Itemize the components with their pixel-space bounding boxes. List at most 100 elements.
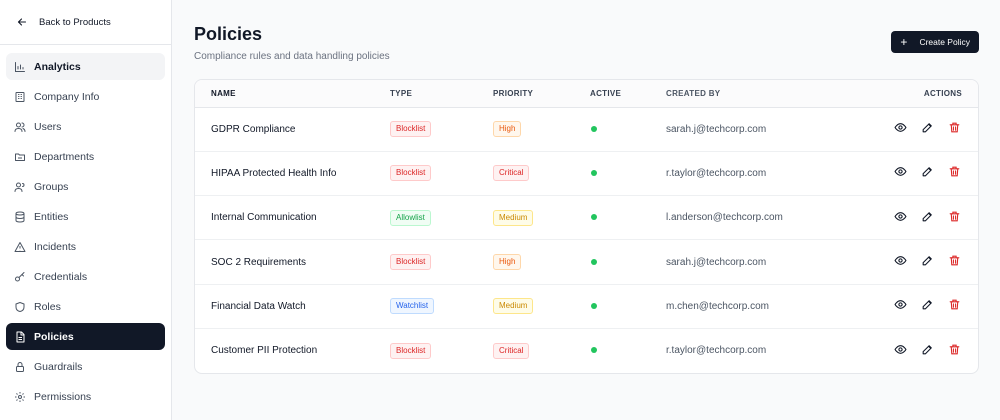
- type-badge: Blocklist: [390, 165, 432, 182]
- created-by: sarah.j@techcorp.com: [666, 107, 866, 152]
- type-badge: Watchlist: [390, 298, 435, 315]
- shield-icon: [14, 301, 26, 313]
- created-by: r.taylor@techcorp.com: [666, 151, 866, 197]
- priority-badge: Critical: [493, 342, 530, 359]
- column-header-active: ACTIVE: [590, 80, 666, 108]
- back-to-products-link[interactable]: Back to Products: [0, 0, 171, 45]
- create-policy-button[interactable]: + Create Policy: [891, 31, 979, 53]
- edit-icon[interactable]: [921, 165, 935, 179]
- policies-table-card: NAME TYPE PRIORITY ACTIVE CREATED BY ACT…: [194, 79, 979, 374]
- sidebar-item-label: Departments: [34, 150, 95, 163]
- view-icon[interactable]: [894, 165, 908, 179]
- type-badge: Allowlist: [390, 209, 431, 226]
- users-icon: [14, 121, 26, 133]
- policy-name: GDPR Compliance: [195, 107, 390, 152]
- type-cell: Blocklist: [390, 328, 493, 372]
- table-row[interactable]: HIPAA Protected Health Info Blocklist Crit…: [195, 151, 978, 197]
- actions-cell: [866, 284, 978, 329]
- page-subtitle: Compliance rules and data handling polic…: [194, 51, 390, 62]
- policies-table: NAME TYPE PRIORITY ACTIVE CREATED BY ACT…: [195, 80, 978, 373]
- sidebar-item-label: Entities: [34, 210, 69, 223]
- actions-cell: [866, 107, 978, 152]
- type-cell: Allowlist: [390, 195, 493, 241]
- sidebar-item-incidents[interactable]: Incidents: [6, 233, 165, 260]
- priority-cell: High: [493, 239, 590, 285]
- view-icon[interactable]: [894, 298, 908, 312]
- delete-icon[interactable]: [948, 121, 962, 135]
- delete-icon[interactable]: [948, 165, 962, 179]
- active-cell: [590, 328, 666, 372]
- page-title: Policies: [194, 24, 263, 44]
- table-header-row: NAME TYPE PRIORITY ACTIVE CREATED BY ACT…: [195, 80, 978, 108]
- building-icon: [14, 91, 26, 103]
- sidebar-item-groups[interactable]: Groups: [6, 173, 165, 200]
- table-row[interactable]: SOC 2 Requirements Blocklist High sarah.j@t…: [195, 239, 978, 285]
- created-by: m.chen@techcorp.com: [666, 284, 866, 329]
- sidebar-item-departments[interactable]: Departments: [6, 143, 165, 170]
- arrow-left-icon: [16, 16, 28, 28]
- sidebar-item-label: Roles: [34, 300, 61, 313]
- sidebar: Back to Products Analytics Company Info Us…: [0, 0, 172, 420]
- table-row[interactable]: Internal Communication Allowlist Medium l.a…: [195, 195, 978, 241]
- sidebar-item-users[interactable]: Users: [6, 113, 165, 140]
- sidebar-item-policies[interactable]: Policies: [6, 323, 165, 350]
- sidebar-item-credentials[interactable]: Credentials: [6, 263, 165, 290]
- sidebar-item-label: Groups: [34, 180, 69, 193]
- table-row[interactable]: Customer PII Protection Blocklist Critical…: [195, 328, 978, 372]
- sidebar-item-company-info[interactable]: Company Info: [6, 83, 165, 110]
- type-badge: Blocklist: [390, 121, 432, 138]
- view-icon[interactable]: [894, 343, 908, 357]
- actions-cell: [866, 195, 978, 241]
- priority-badge: Medium: [493, 298, 534, 315]
- table-row[interactable]: GDPR Compliance Blocklist High sarah.j@tech…: [195, 107, 978, 152]
- database-icon: [14, 211, 26, 223]
- active-cell: [590, 239, 666, 285]
- group-icon: [14, 181, 26, 193]
- key-icon: [14, 271, 26, 283]
- edit-icon[interactable]: [921, 121, 935, 135]
- policy-name: Customer PII Protection: [211, 345, 318, 357]
- active-cell: [590, 195, 666, 241]
- folder-icon: [14, 151, 26, 163]
- view-icon[interactable]: [894, 254, 908, 268]
- priority-cell: Medium: [493, 284, 590, 329]
- delete-icon[interactable]: [948, 210, 962, 224]
- back-link-label: Back to Products: [39, 16, 111, 28]
- edit-icon[interactable]: [921, 210, 935, 224]
- view-icon[interactable]: [894, 210, 908, 224]
- sidebar-item-label: Policies: [34, 330, 74, 343]
- sidebar-item-guardrails[interactable]: Guardrails: [6, 353, 165, 380]
- edit-icon[interactable]: [921, 254, 935, 268]
- active-status-dot: [591, 258, 597, 265]
- priority-badge: Critical: [493, 165, 530, 182]
- sidebar-nav: Analytics Company Info Users Departments Gro…: [0, 45, 171, 410]
- sidebar-item-analytics[interactable]: Analytics: [6, 53, 165, 80]
- delete-icon[interactable]: [948, 254, 962, 268]
- created-by: r.taylor@techcorp.com: [666, 345, 767, 357]
- created-by: sarah.j@techcorp.com: [666, 239, 866, 285]
- view-icon[interactable]: [894, 121, 908, 135]
- sidebar-item-permissions[interactable]: Permissions: [6, 383, 165, 410]
- priority-badge: High: [493, 254, 522, 271]
- active-status-dot: [591, 347, 597, 354]
- policy-name: Financial Data Watch: [195, 284, 390, 329]
- delete-icon[interactable]: [948, 298, 962, 312]
- sidebar-item-entities[interactable]: Entities: [6, 203, 165, 230]
- column-header-priority: PRIORITY: [493, 80, 590, 108]
- type-badge: Blocklist: [390, 342, 432, 359]
- edit-icon[interactable]: [921, 343, 935, 357]
- column-header-actions: ACTIONS: [866, 80, 978, 108]
- table-row[interactable]: Financial Data Watch Watchlist Medium m.che…: [195, 284, 978, 329]
- active-status-dot: [591, 302, 597, 309]
- delete-icon[interactable]: [948, 343, 962, 357]
- priority-cell: Critical: [493, 328, 590, 372]
- create-policy-label: Create Policy: [919, 37, 970, 47]
- type-cell: Blocklist: [390, 151, 493, 197]
- sidebar-item-roles[interactable]: Roles: [6, 293, 165, 320]
- type-cell: Blocklist: [390, 239, 493, 285]
- priority-cell: High: [493, 107, 590, 152]
- lock-icon: [14, 361, 26, 373]
- edit-icon[interactable]: [921, 298, 935, 312]
- actions-cell: [866, 151, 978, 197]
- sidebar-item-label: Analytics: [34, 60, 81, 73]
